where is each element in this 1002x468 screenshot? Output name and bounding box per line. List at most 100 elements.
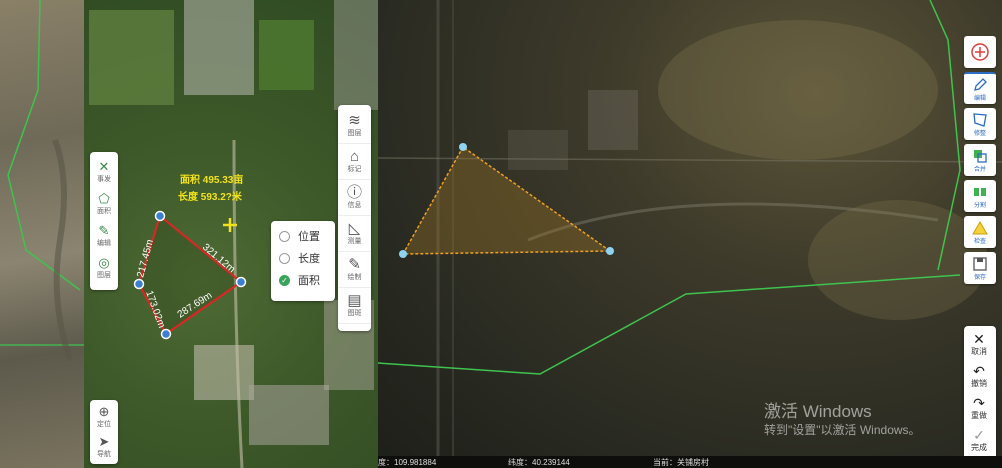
left-map-overlay <box>0 0 84 361</box>
bottom-tool-crosshair[interactable]: ⊕ 定位 <box>90 402 118 432</box>
measure-option[interactable]: 长度 <box>279 247 327 269</box>
tool-label: 修整 <box>973 130 986 137</box>
undo-button[interactable]: ↶ 撤销 <box>964 360 994 392</box>
tool-label: 定位 <box>97 421 111 428</box>
ruler-icon: ◺ <box>348 219 361 237</box>
map-tool-clipboard[interactable]: ▤ 图斑 <box>338 288 371 324</box>
tool-label: 事发 <box>97 176 111 183</box>
tool-label: 测量 <box>347 237 362 245</box>
edit-toolbar: 编辑修整合并分割检查保存 <box>964 36 998 288</box>
redo-button[interactable]: ↷ 重做 <box>964 392 994 424</box>
main-map-canvas <box>378 0 1002 468</box>
tool-label: 检查 <box>973 238 986 245</box>
tool-label: 合并 <box>973 166 986 173</box>
pencil-icon: ✎ <box>348 255 361 273</box>
bottom-left-toolbar: ⊕ 定位 ➤ 导航 <box>90 400 118 464</box>
measure-map[interactable]: 321.12m 217.45m 173.02m 287.69m 面积 495.3… <box>84 0 378 468</box>
action-label: 撤销 <box>971 378 987 388</box>
add-circle-icon <box>970 42 990 62</box>
tool-label: 保存 <box>973 274 986 281</box>
close-button[interactable]: ✕ 取消 <box>964 328 994 360</box>
map-tool-layers[interactable]: ≋ 图层 <box>338 108 371 144</box>
left-map-strip[interactable] <box>0 0 84 468</box>
length-readout: 长度 593.2?米 <box>178 190 243 203</box>
redo-icon: ↷ <box>973 394 985 411</box>
tool-label: 图层 <box>97 272 111 279</box>
map-tool-info[interactable]: ⓘ 信息 <box>338 180 371 216</box>
map-tool-pencil[interactable]: ✎ 绘制 <box>338 252 371 288</box>
measure-option[interactable]: ✓ 面积 <box>279 269 327 291</box>
measure-mode-menu: 位置长度 ✓ 面积 <box>271 221 335 301</box>
info-icon: ⓘ <box>346 183 362 201</box>
tag-icon: ⌂ <box>349 147 360 165</box>
bottom-tool-navigate[interactable]: ➤ 导航 <box>90 432 118 462</box>
radio-icon <box>279 230 290 242</box>
measure-option-label: 位置 <box>298 231 320 243</box>
area-readout: 面积 495.33亩 <box>180 173 243 186</box>
tool-label: 编辑 <box>973 95 986 102</box>
edit-tool-warning[interactable]: 检查 <box>964 216 996 248</box>
vertex-handle <box>459 143 467 151</box>
map-tool-ruler[interactable]: ◺ 测量 <box>338 216 371 252</box>
action-panel: ✕ 取消 ↶ 撤销 ↷ 重做 ✓ 完成 <box>964 326 996 464</box>
vertex-handle <box>154 210 166 222</box>
left-tool-layers[interactable]: ◎ 图层 <box>90 252 118 284</box>
mid-toolbar: ≋ 图层 ⌂ 标记 ⓘ 信息 ◺ 测量 ✎ 绘制 ▤ 图斑 <box>338 105 371 331</box>
activation-watermark-subtitle: 转到"设置"以激活 Windows。 <box>764 423 921 437</box>
longitude-readout: 度：109.981884 <box>378 457 437 467</box>
edit-tool-save[interactable]: 保存 <box>964 252 996 284</box>
edit-tool-polygon-edit[interactable]: 修整 <box>964 108 996 140</box>
undo-icon: ↶ <box>973 362 985 379</box>
crosshair-icon: ⊕ <box>98 404 110 419</box>
map-tool-tag[interactable]: ⌂ 标记 <box>338 144 371 180</box>
latitude-readout: 纬度：40.239144 <box>508 457 570 467</box>
action-label: 重做 <box>971 410 987 420</box>
drawn-polygon <box>401 145 613 255</box>
tool-label: 图斑 <box>347 309 362 317</box>
edit-tool-split[interactable]: 分割 <box>964 180 996 212</box>
activation-watermark-title: 激活 Windows <box>764 402 872 421</box>
edit-tool-add-circle[interactable] <box>964 36 996 68</box>
layers-icon: ≋ <box>348 111 361 129</box>
navigate-icon: ➤ <box>98 434 110 449</box>
tool-label: 面积 <box>97 208 111 215</box>
left-toolbar: ✕ 事发 ⬠ 面积 ✎ 编辑 ◎ 图层 <box>90 152 118 290</box>
vertex-handle <box>399 250 407 258</box>
warning-icon <box>972 220 988 236</box>
radio-icon <box>279 252 290 264</box>
measure-option-label: 面积 <box>298 275 320 287</box>
left-tool-close[interactable]: ✕ 事发 <box>90 156 118 188</box>
tool-label: 信息 <box>347 201 362 209</box>
radio-checked-icon: ✓ <box>279 274 290 286</box>
measure-option[interactable]: 位置 <box>279 225 327 247</box>
edit-tool-pencil[interactable]: 编辑 <box>964 72 996 104</box>
merge-icon <box>972 148 988 164</box>
edit-tool-merge[interactable]: 合并 <box>964 144 996 176</box>
close-icon: ✕ <box>973 330 985 347</box>
location-readout: 当前：关铺房村 <box>653 457 709 467</box>
vertex-handle <box>235 276 247 288</box>
tool-label: 导航 <box>97 451 111 458</box>
split-icon <box>972 184 988 200</box>
check-button[interactable]: ✓ 完成 <box>964 424 994 456</box>
pencil-icon <box>972 77 988 93</box>
save-icon <box>972 256 988 272</box>
action-label: 取消 <box>971 346 987 356</box>
left-tool-edit[interactable]: ✎ 编辑 <box>90 220 118 252</box>
main-map[interactable]: 编辑 修整 合并 分割 检查 保存 ✕ 取消 ↶ 撤销 ↷ 重做 ✓ 完成 激活 Windows 转到"… <box>378 0 1002 468</box>
vertex-handle <box>160 328 172 340</box>
polygon-edit-icon <box>972 112 988 128</box>
vertex-handle <box>133 278 145 290</box>
check-icon: ✓ <box>973 426 985 443</box>
vertex-handle <box>606 247 614 255</box>
tool-label: 图层 <box>347 129 362 137</box>
action-label: 完成 <box>971 442 987 452</box>
tool-label: 分割 <box>973 202 986 209</box>
clipboard-icon: ▤ <box>347 291 362 309</box>
layers-icon: ◎ <box>98 255 110 270</box>
close-icon: ✕ <box>98 159 110 174</box>
tool-label: 绘制 <box>347 273 362 281</box>
tool-label: 编辑 <box>97 240 111 247</box>
polygon-icon: ⬠ <box>98 191 110 206</box>
left-tool-polygon[interactable]: ⬠ 面积 <box>90 188 118 220</box>
